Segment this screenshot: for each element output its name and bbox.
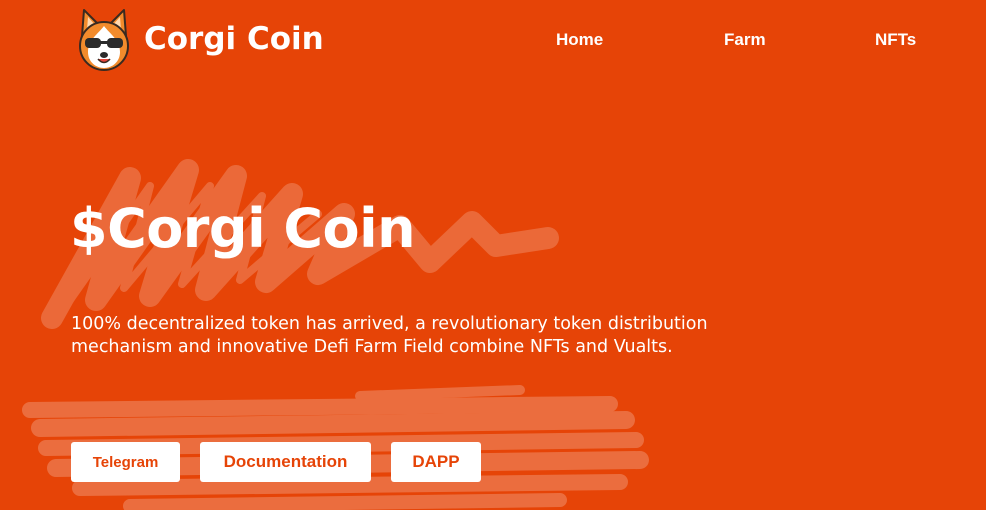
documentation-button[interactable]: Documentation (200, 442, 371, 482)
hero-description: 100% decentralized token has arrived, a … (71, 314, 708, 357)
landing-page: Corgi Coin Home Farm NFTs $Corgi Coin 10… (0, 0, 986, 510)
nav-farm-link[interactable]: Farm (724, 29, 766, 51)
hero-title: $Corgi Coin (70, 197, 416, 260)
nav-nfts-link[interactable]: NFTs (875, 29, 916, 51)
brand-name[interactable]: Corgi Coin (144, 17, 324, 61)
nav-home-link[interactable]: Home (556, 29, 603, 51)
telegram-button[interactable]: Telegram (71, 442, 180, 482)
site-header: Corgi Coin Home Farm NFTs (0, 0, 986, 80)
dapp-button[interactable]: DAPP (391, 442, 481, 482)
corgi-logo-icon[interactable] (76, 6, 132, 72)
